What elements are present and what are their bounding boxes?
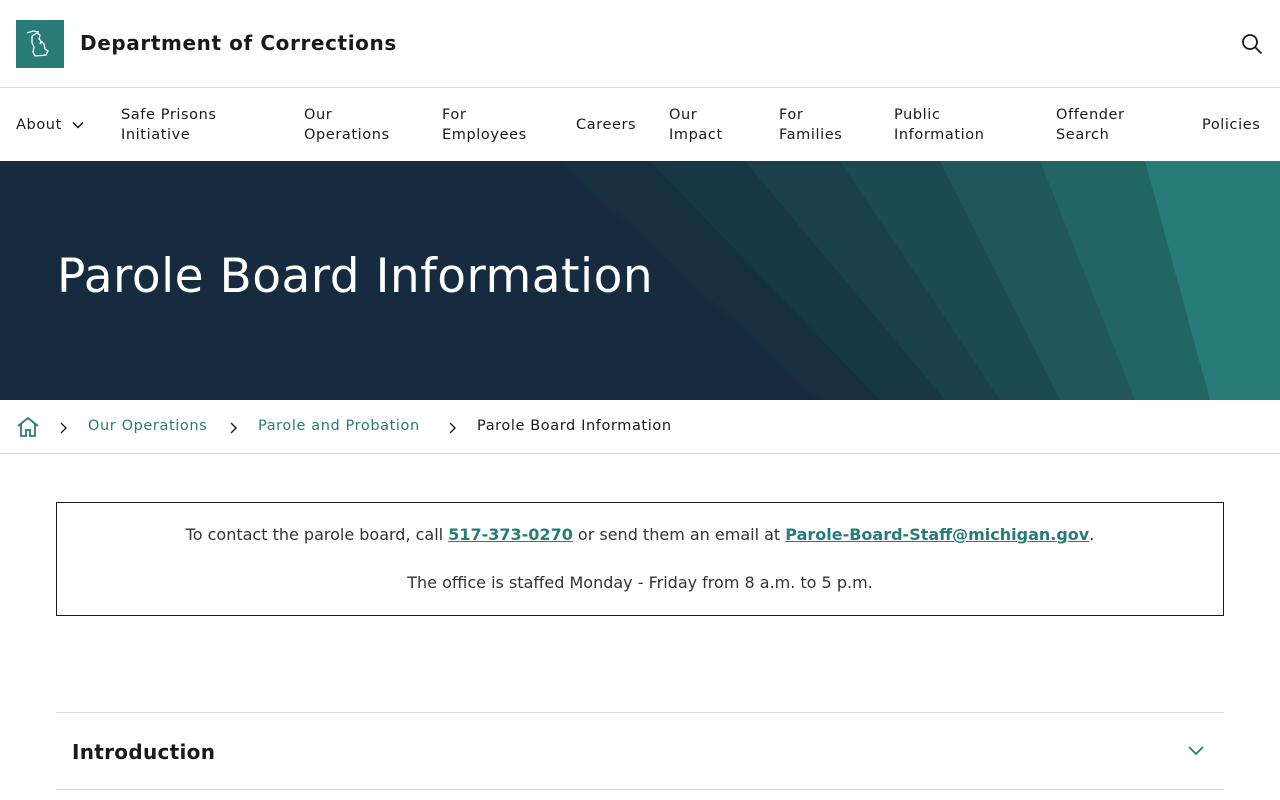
nav-item-for-families[interactable]: For Families [779, 105, 859, 145]
nav-item-label: For Employees [442, 107, 527, 143]
breadcrumb-current: Parole Board Information [477, 418, 672, 434]
nav-item-label: Careers [576, 117, 637, 133]
accordion-introduction[interactable]: Introduction [56, 712, 1224, 790]
nav-item-for-employees[interactable]: For Employees [442, 105, 542, 145]
nav-item-offender-search[interactable]: Offender Search [1056, 105, 1136, 145]
nav-item-public-information[interactable]: Public Information [894, 105, 1004, 145]
michigan-state-icon[interactable] [16, 20, 64, 68]
nav-item-about[interactable]: About [16, 105, 84, 145]
contact-text-prefix: To contact the parole board, call [185, 525, 449, 544]
nav-item-label: Our Impact [669, 107, 723, 143]
nav-item-our-impact[interactable]: Our Impact [669, 105, 739, 145]
breadcrumb-link-parole-and-probation[interactable]: Parole and Probation [258, 418, 420, 434]
chevron-down-icon [72, 121, 84, 129]
office-hours-text: The office is staffed Monday - Friday fr… [407, 573, 873, 592]
nav-item-careers[interactable]: Careers [576, 105, 636, 145]
nav-item-our-operations[interactable]: Our Operations [304, 105, 404, 145]
nav-item-label: Public Information [894, 107, 985, 143]
nav-item-safe-prisons-initiative[interactable]: Safe Prisons Initiative [121, 105, 251, 145]
breadcrumb: Our Operations Parole and Probation Paro… [0, 400, 1280, 454]
contact-text-suffix: . [1089, 525, 1095, 544]
contact-line: To contact the parole board, call 517-37… [57, 525, 1223, 544]
page-title: Parole Board Information [57, 249, 654, 304]
site-header: Department of Corrections [0, 0, 1280, 88]
chevron-right-icon [228, 420, 240, 434]
search-icon[interactable] [1240, 32, 1264, 56]
accordion-title: Introduction [72, 740, 216, 764]
home-icon[interactable] [16, 415, 40, 439]
email-link[interactable]: Parole-Board-Staff@michigan.gov [785, 525, 1089, 544]
nav-item-policies[interactable]: Policies [1202, 105, 1260, 145]
chevron-down-icon [1186, 741, 1206, 761]
nav-item-label: About [16, 117, 62, 133]
site-title[interactable]: Department of Corrections [80, 31, 397, 55]
contact-text-middle: or send them an email at [572, 525, 786, 544]
nav-item-label: Safe Prisons Initiative [121, 107, 217, 143]
main-nav: About Safe Prisons Initiative Our Operat… [0, 89, 1280, 161]
hero-banner: Parole Board Information [0, 161, 1280, 400]
phone-link[interactable]: 517-373-0270 [448, 525, 573, 544]
nav-item-label: Policies [1202, 117, 1261, 133]
contact-notice: To contact the parole board, call 517-37… [56, 502, 1224, 616]
nav-item-label: Offender Search [1056, 107, 1125, 143]
nav-item-label: For Families [779, 107, 843, 143]
nav-item-label: Our Operations [304, 107, 390, 143]
chevron-right-icon [58, 420, 70, 434]
breadcrumb-link-our-operations[interactable]: Our Operations [88, 418, 207, 434]
chevron-right-icon [447, 420, 459, 434]
